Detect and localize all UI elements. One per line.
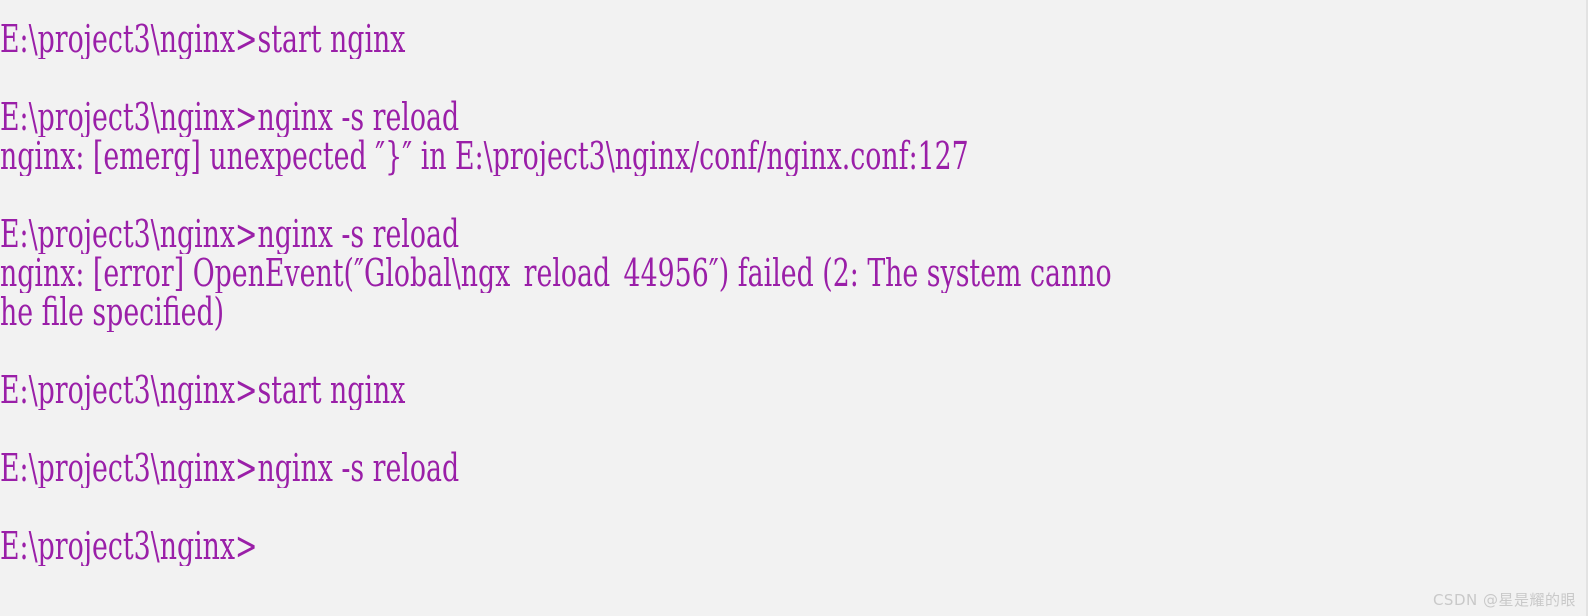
csdn-watermark: CSDN @星是耀的眼 bbox=[1432, 591, 1576, 609]
console-line-cmd-reload-3: E:\project3\nginx>nginx -s reload bbox=[0, 449, 460, 488]
console-line-cmd-reload-2: E:\project3\nginx>nginx -s reload bbox=[0, 215, 460, 254]
console-line-err-emerg: nginx: [emerg] unexpected ″}″ in E:\proj… bbox=[0, 137, 969, 176]
console-output-area[interactable]: E:\project3\nginx>start nginx E:\project3… bbox=[0, 20, 1586, 566]
console-line-err-openevent: nginx: [error] OpenEvent(″Global\ngx_rel… bbox=[0, 254, 1112, 293]
console-line-cmd-start-nginx-2: E:\project3\nginx>start nginx bbox=[0, 371, 406, 410]
console-line-err-openevent-wrap: he file specified) bbox=[0, 293, 225, 332]
console-line-cmd-start-nginx-1: E:\project3\nginx>start nginx bbox=[0, 20, 406, 59]
console-line-cmd-reload-1: E:\project3\nginx>nginx -s reload bbox=[0, 98, 460, 137]
console-line-cmd-prompt-final: E:\project3\nginx> bbox=[0, 527, 258, 566]
console-window[interactable]: E:\project3\nginx>start nginx E:\project3… bbox=[0, 0, 1588, 616]
